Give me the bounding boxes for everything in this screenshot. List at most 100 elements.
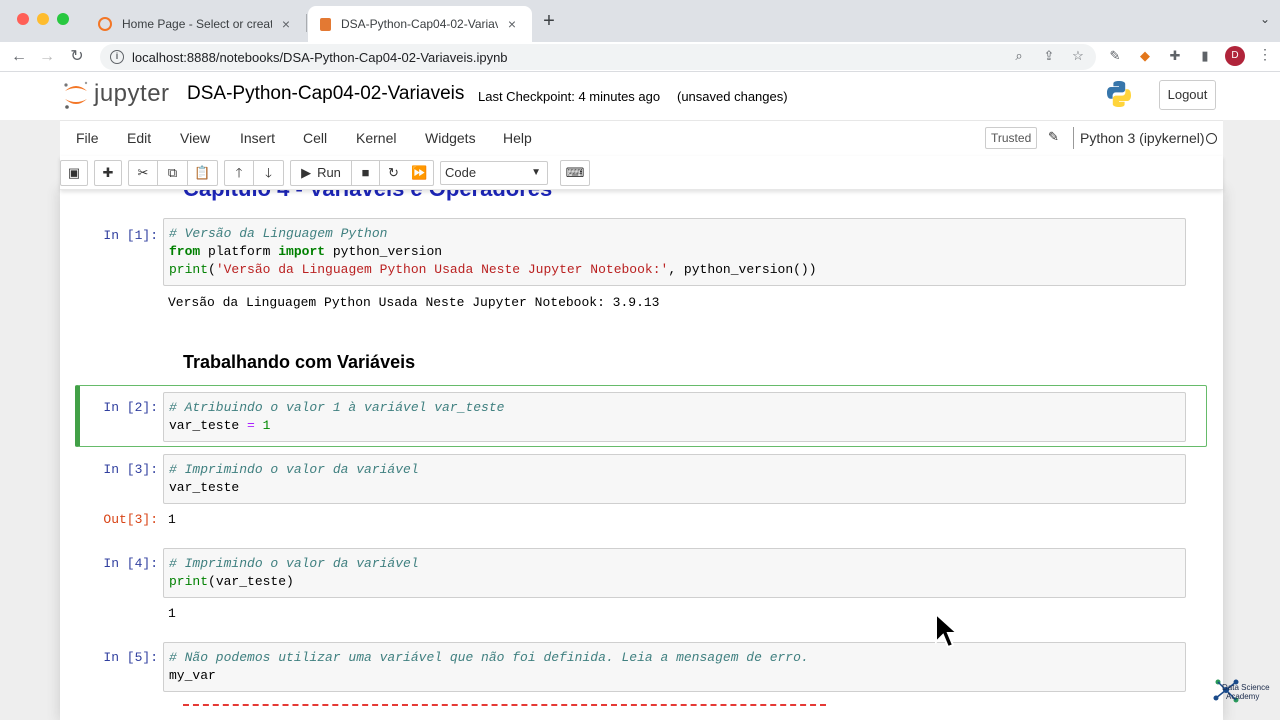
run-cell-button[interactable]: ▶ Run <box>290 160 352 186</box>
python-logo-icon <box>1107 81 1131 107</box>
restart-run-all-button[interactable]: ⏩ <box>406 160 434 186</box>
mouse-pointer-icon <box>935 612 960 649</box>
notebook-name[interactable]: DSA-Python-Cap04-02-Variaveis <box>187 83 464 105</box>
code-token: print <box>169 262 209 277</box>
move-cell-down-button[interactable]: 🡓 <box>254 160 284 186</box>
checkpoint-status: Last Checkpoint: 4 minutes ago <box>478 89 661 104</box>
browser-tab-notebook[interactable]: DSA-Python-Cap04-02-Variaveis × <box>308 6 532 42</box>
tab-title: DSA-Python-Cap04-02-Variaveis <box>341 17 498 31</box>
site-info-icon[interactable]: i <box>110 50 124 64</box>
code-line: my_var <box>169 667 1180 685</box>
save-button[interactable]: ▣ <box>60 160 88 186</box>
browser-tab-strip: Home Page - Select or create a notebook … <box>0 0 1280 42</box>
minimize-window-button[interactable] <box>37 13 49 25</box>
paste-icon: 📋 <box>194 165 211 180</box>
code-token: # Imprimindo o valor da variável <box>169 556 419 571</box>
new-tab-button[interactable]: + <box>538 10 560 32</box>
code-line: # Atribuindo o valor 1 à variável var_te… <box>169 399 1180 417</box>
menu-insert[interactable]: Insert <box>240 130 275 146</box>
cell-output: Versão da Linguagem Python Usada Neste J… <box>168 295 660 310</box>
code-token: from <box>169 244 201 259</box>
extensions-puzzle-icon[interactable]: ✚ <box>1166 47 1184 65</box>
code-cell-1[interactable]: # Versão da Linguagem Python from platfor… <box>163 218 1186 286</box>
code-cell-5[interactable]: # Não podemos utilizar uma variável que … <box>163 642 1186 692</box>
play-icon: ▶ <box>301 165 312 180</box>
insert-cell-below-button[interactable]: ✚ <box>94 160 122 186</box>
menu-file[interactable]: File <box>76 130 99 146</box>
input-prompt: In [4]: <box>103 556 158 571</box>
code-token: (var_teste) <box>208 574 294 589</box>
browser-tab-home[interactable]: Home Page - Select or create a notebook … <box>86 6 306 42</box>
menu-edit[interactable]: Edit <box>127 130 151 146</box>
autosave-status: (unsaved changes) <box>677 89 788 104</box>
keyboard-icon: ⌨ <box>565 165 585 180</box>
code-cell-2[interactable]: # Atribuindo o valor 1 à variável var_te… <box>163 392 1186 442</box>
cut-cells-button[interactable]: ✂ <box>128 160 158 186</box>
copy-cells-button[interactable]: ⧉ <box>158 160 188 186</box>
error-traceback-separator <box>183 704 826 706</box>
tab-search-chevron-icon[interactable]: ⌄ <box>1260 12 1270 26</box>
menu-cell[interactable]: Cell <box>303 130 327 146</box>
watermark-line-1: Data Science <box>1222 683 1270 692</box>
share-icon[interactable]: ⇪ <box>1040 47 1058 65</box>
reload-icon[interactable]: ↻ <box>66 46 88 68</box>
side-panel-icon[interactable]: ▮ <box>1196 47 1214 65</box>
watermark-line-2: Academy <box>1226 692 1260 701</box>
maximize-window-button[interactable] <box>57 13 69 25</box>
copy-icon: ⧉ <box>167 165 178 180</box>
arrow-down-icon: 🡓 <box>265 165 272 180</box>
close-tab-icon[interactable]: × <box>504 16 520 32</box>
code-cell-3[interactable]: # Imprimindo o valor da variável var_test… <box>163 454 1186 504</box>
menu-kernel[interactable]: Kernel <box>356 130 396 146</box>
menu-help[interactable]: Help <box>503 130 532 146</box>
watermark-text: Data Science Academy <box>1222 683 1270 701</box>
arrow-up-icon: 🡑 <box>235 165 243 180</box>
jupyter-header: jupyter DSA-Python-Cap04-02-Variaveis La… <box>0 72 1280 120</box>
metamask-fox-icon[interactable]: ◆ <box>1136 47 1154 65</box>
code-line: # Imprimindo o valor da variável <box>169 555 1180 573</box>
logout-button[interactable]: Logout <box>1159 80 1216 110</box>
restart-kernel-button[interactable]: ↻ <box>380 160 408 186</box>
tab-title: Home Page - Select or create a notebook <box>122 17 272 31</box>
back-arrow-icon[interactable]: ← <box>8 46 30 68</box>
address-bar[interactable]: i localhost:8888/notebooks/DSA-Python-Ca… <box>100 44 1096 70</box>
input-prompt: In [2]: <box>103 400 158 415</box>
code-token: my_var <box>169 668 216 683</box>
code-line: from platform import python_version <box>169 243 1180 261</box>
profile-avatar[interactable]: D <box>1225 46 1245 66</box>
jupyter-logo-icon[interactable] <box>62 80 90 110</box>
output-prompt: Out[3]: <box>103 512 158 527</box>
browser-toolbar: ← → ↻ i localhost:8888/notebooks/DSA-Pyt… <box>0 42 1280 72</box>
close-tab-icon[interactable]: × <box>278 16 294 32</box>
run-label: Run <box>317 165 341 180</box>
paste-cells-button[interactable]: 📋 <box>188 160 218 186</box>
code-token: # Atribuindo o valor 1 à variável var_te… <box>169 400 505 415</box>
zoom-icon[interactable]: ⌕ <box>1010 47 1028 65</box>
code-line: var_teste <box>169 479 1180 497</box>
code-token: # Versão da Linguagem Python <box>169 226 388 241</box>
command-palette-button[interactable]: ⌨ <box>560 160 590 186</box>
trusted-notebook-indicator[interactable]: Trusted <box>985 127 1038 149</box>
browser-menu-icon[interactable]: ⋮ <box>1258 46 1272 63</box>
extension-feather-icon[interactable]: ✎ <box>1106 47 1124 65</box>
menu-widgets[interactable]: Widgets <box>425 130 476 146</box>
code-cell-4[interactable]: # Imprimindo o valor da variável print(va… <box>163 548 1186 598</box>
cell-type-select[interactable]: Code ▼ <box>440 161 548 185</box>
menu-view[interactable]: View <box>180 130 210 146</box>
plus-icon: ✚ <box>102 165 114 180</box>
interrupt-kernel-button[interactable]: ■ <box>352 160 380 186</box>
move-cell-up-button[interactable]: 🡑 <box>224 160 254 186</box>
edit-mode-pencil-icon: ✎ <box>1048 129 1059 144</box>
tab-separator <box>306 14 307 32</box>
code-token: , python_version()) <box>668 262 817 277</box>
forward-arrow-icon[interactable]: → <box>36 46 58 68</box>
close-window-button[interactable] <box>17 13 29 25</box>
code-token: import <box>278 244 326 259</box>
notebook-favicon-icon <box>320 17 331 31</box>
code-token: # Imprimindo o valor da variável <box>169 462 419 477</box>
fast-forward-icon: ⏩ <box>411 165 428 180</box>
code-token: ( <box>208 262 216 277</box>
cell-output: 1 <box>168 606 176 621</box>
bookmark-star-icon[interactable]: ☆ <box>1069 47 1087 65</box>
